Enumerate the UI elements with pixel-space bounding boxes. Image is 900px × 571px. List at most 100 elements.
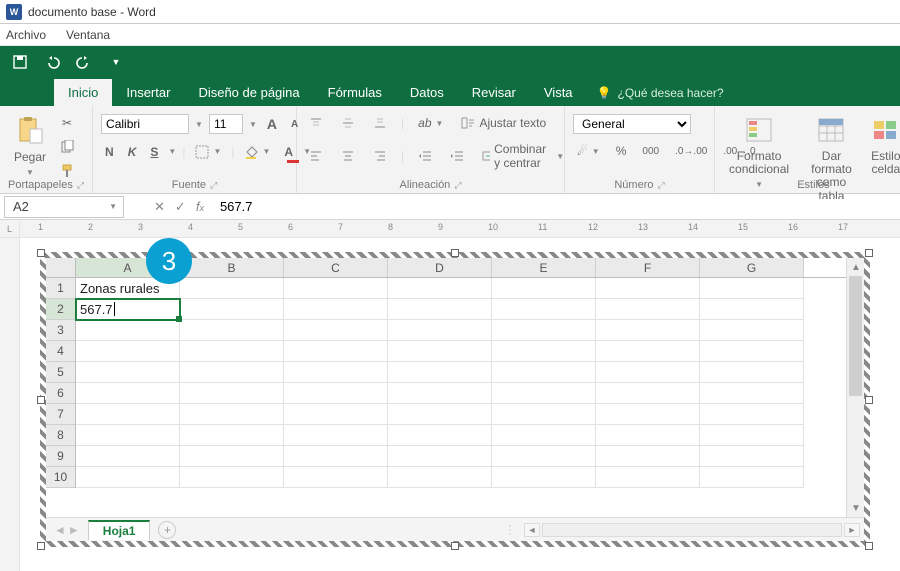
cell[interactable]	[700, 383, 804, 404]
paste-button[interactable]: Pegar ▼	[8, 110, 52, 181]
scroll-thumb[interactable]	[849, 276, 862, 396]
cell[interactable]	[700, 425, 804, 446]
cell[interactable]	[388, 362, 492, 383]
column-header[interactable]: E	[492, 258, 596, 277]
cell[interactable]	[180, 467, 284, 488]
align-middle-button[interactable]	[337, 114, 359, 132]
cell[interactable]	[596, 278, 700, 299]
chevron-down-icon[interactable]: ▼	[168, 147, 176, 156]
decrease-indent-button[interactable]	[414, 147, 436, 165]
font-size-input[interactable]	[209, 114, 243, 134]
dialog-launcher-icon[interactable]: ⤢	[657, 180, 664, 191]
cell[interactable]	[596, 362, 700, 383]
cell[interactable]	[180, 341, 284, 362]
cell[interactable]	[180, 446, 284, 467]
cell[interactable]	[388, 320, 492, 341]
scroll-down-icon[interactable]: ▼	[847, 499, 864, 517]
cell[interactable]	[180, 278, 284, 299]
resize-handle[interactable]	[37, 249, 45, 257]
sheet-nav-prev[interactable]: ◄	[54, 523, 66, 537]
row-header[interactable]: 2	[46, 299, 76, 320]
hscroll-track[interactable]	[542, 523, 842, 537]
increase-font-button[interactable]: A	[263, 114, 281, 134]
cell[interactable]	[596, 404, 700, 425]
chevron-down-icon[interactable]: ▼	[195, 120, 203, 129]
row-header[interactable]: 6	[46, 383, 76, 404]
tell-me-search[interactable]: 💡 ¿Qué desea hacer?	[587, 80, 734, 106]
cell[interactable]	[76, 383, 180, 404]
align-top-button[interactable]	[305, 114, 327, 132]
cell[interactable]	[284, 299, 388, 320]
cell[interactable]	[700, 467, 804, 488]
resize-handle[interactable]	[451, 542, 459, 550]
menu-ventana[interactable]: Ventana	[66, 28, 110, 42]
formula-input[interactable]	[216, 199, 900, 214]
cell[interactable]	[492, 320, 596, 341]
cell[interactable]	[284, 278, 388, 299]
cell[interactable]	[284, 467, 388, 488]
row-header[interactable]: 10	[46, 467, 76, 488]
tab-inicio[interactable]: Inicio	[54, 79, 112, 106]
cell[interactable]	[388, 383, 492, 404]
cell[interactable]	[700, 299, 804, 320]
undo-icon[interactable]	[40, 51, 64, 73]
cell[interactable]	[388, 404, 492, 425]
cell[interactable]	[76, 446, 180, 467]
comma-button[interactable]: 000	[638, 144, 663, 159]
name-box[interactable]: A2 ▼	[4, 196, 124, 218]
dialog-launcher-icon[interactable]: ⤢	[210, 180, 217, 191]
column-header[interactable]: D	[388, 258, 492, 277]
column-header[interactable]: C	[284, 258, 388, 277]
cell[interactable]	[388, 278, 492, 299]
cell[interactable]	[492, 278, 596, 299]
vertical-scrollbar[interactable]: ▲ ▼	[846, 258, 864, 517]
cell[interactable]	[596, 467, 700, 488]
resize-handle[interactable]	[451, 249, 459, 257]
cell[interactable]	[596, 446, 700, 467]
cell[interactable]	[596, 320, 700, 341]
cell[interactable]	[180, 362, 284, 383]
increase-decimal-button[interactable]: .0→.00	[671, 144, 711, 159]
cell[interactable]	[284, 404, 388, 425]
dialog-launcher-icon[interactable]: ⤢	[454, 180, 461, 191]
cell[interactable]	[180, 404, 284, 425]
cell[interactable]: 567.7	[76, 299, 180, 320]
cell[interactable]	[492, 299, 596, 320]
row-header[interactable]: 5	[46, 362, 76, 383]
sheet-tab-active[interactable]: Hoja1	[88, 520, 151, 540]
save-icon[interactable]	[8, 51, 32, 73]
redo-icon[interactable]	[72, 51, 96, 73]
underline-button[interactable]: S	[146, 143, 162, 161]
align-left-button[interactable]	[305, 147, 327, 165]
cell[interactable]	[596, 341, 700, 362]
cell[interactable]	[284, 320, 388, 341]
cell[interactable]	[700, 446, 804, 467]
cell[interactable]	[180, 320, 284, 341]
cell[interactable]	[596, 425, 700, 446]
accept-formula-button[interactable]: ✓	[175, 199, 186, 215]
tab-insertar[interactable]: Insertar	[112, 79, 184, 106]
scroll-right-icon[interactable]: ►	[844, 523, 860, 537]
menu-archivo[interactable]: Archivo	[6, 28, 46, 42]
cell[interactable]	[180, 299, 284, 320]
dialog-launcher-icon[interactable]: ⤢	[77, 180, 84, 191]
add-sheet-button[interactable]: +	[158, 521, 176, 539]
align-center-button[interactable]	[337, 147, 359, 165]
wrap-text-button[interactable]: Ajustar texto	[457, 114, 550, 132]
select-all-corner[interactable]	[46, 258, 76, 277]
align-right-button[interactable]	[369, 147, 391, 165]
cell[interactable]	[284, 446, 388, 467]
chevron-down-icon[interactable]: ▼	[249, 120, 257, 129]
cell[interactable]	[284, 425, 388, 446]
borders-button[interactable]: ▼	[191, 143, 225, 161]
cell[interactable]	[492, 404, 596, 425]
resize-handle[interactable]	[37, 396, 45, 404]
cell[interactable]	[76, 341, 180, 362]
qat-customize-icon[interactable]: ▼	[104, 51, 128, 73]
cell[interactable]	[76, 425, 180, 446]
tab-formulas[interactable]: Fórmulas	[314, 79, 396, 106]
cell[interactable]	[492, 425, 596, 446]
cell[interactable]	[492, 467, 596, 488]
tab-revisar[interactable]: Revisar	[458, 79, 530, 106]
row-header[interactable]: 9	[46, 446, 76, 467]
